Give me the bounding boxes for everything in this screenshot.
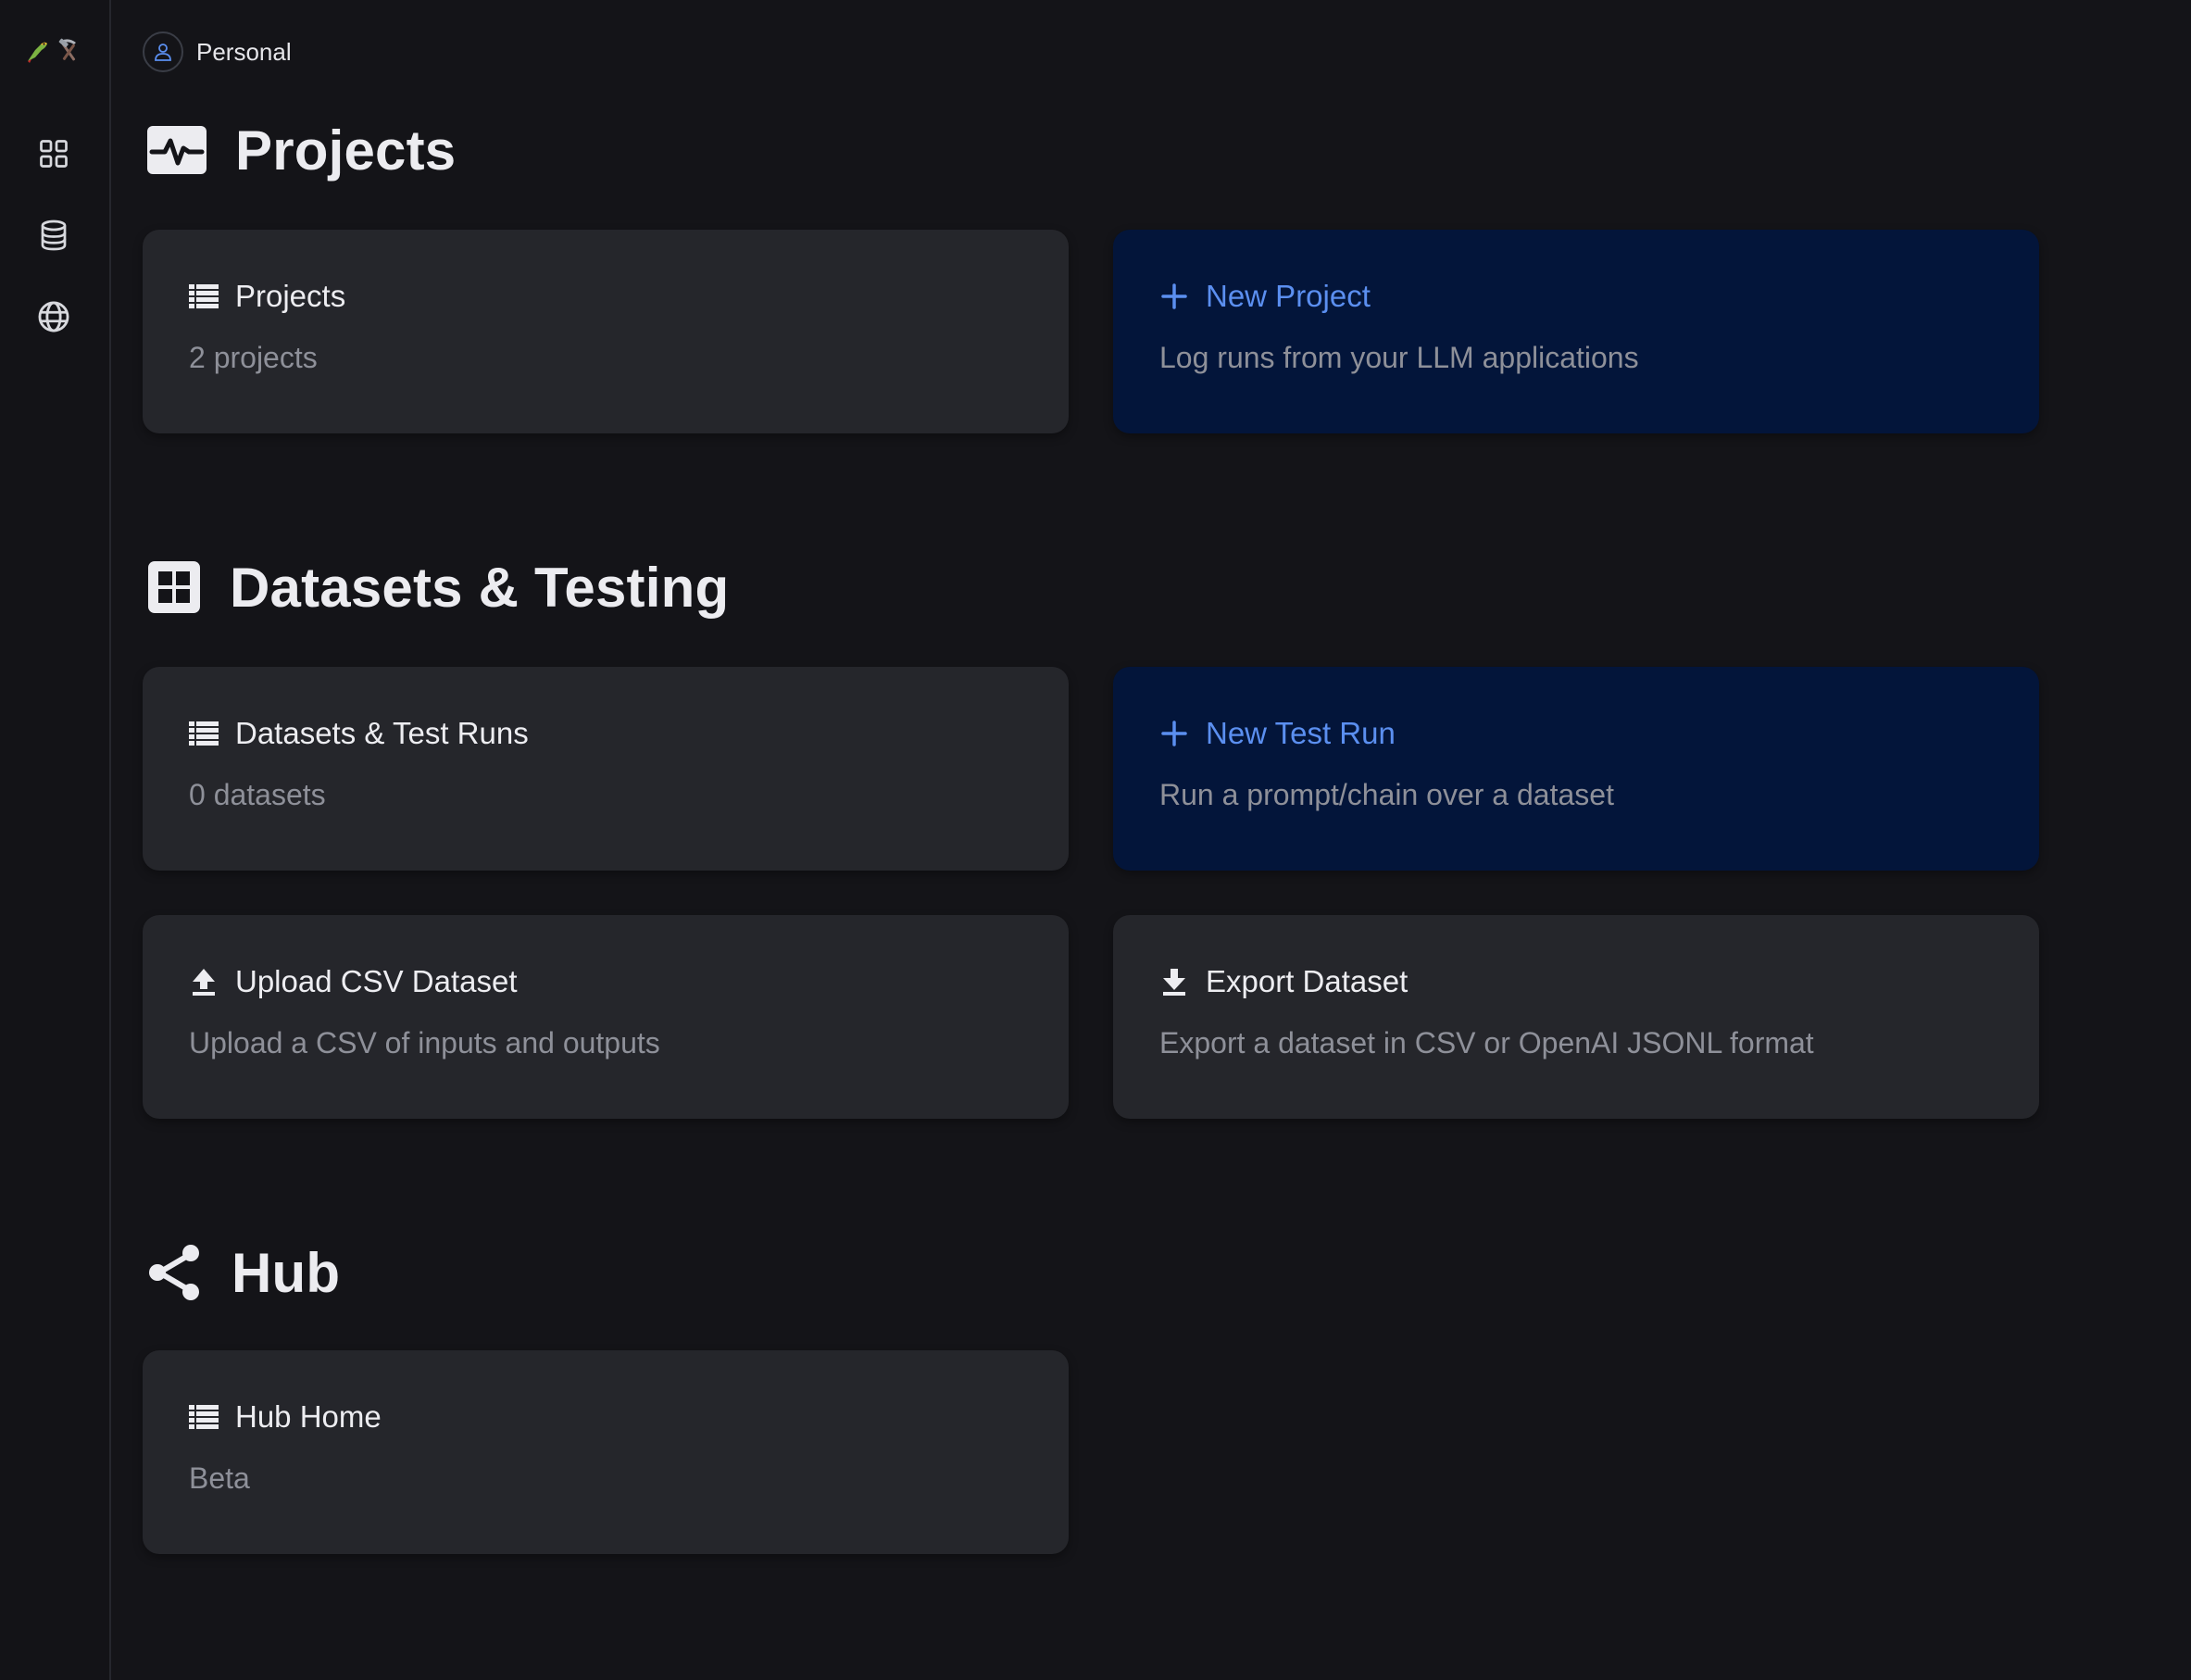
hammer-pick-icon [58, 38, 76, 61]
upload-csv-card[interactable]: Upload CSV Dataset Upload a CSV of input… [143, 915, 1069, 1119]
section-title: Hub [232, 1241, 341, 1304]
section-datasets-heading: Datasets & Testing [146, 550, 729, 624]
card-title: New Test Run [1206, 716, 1396, 750]
database-icon [41, 219, 67, 251]
globe-icon [38, 301, 69, 332]
card-title: Projects [235, 279, 346, 313]
section-title: Projects [235, 119, 457, 182]
plus-icon [1161, 283, 1187, 309]
card-title: Export Dataset [1206, 964, 1408, 998]
sidebar-item-dashboard[interactable] [33, 133, 74, 174]
new-project-card[interactable]: New Project Log runs from your LLM appli… [1113, 230, 2039, 433]
projects-card[interactable]: Projects 2 projects [143, 230, 1069, 433]
share-icon [149, 1245, 199, 1300]
card-title: Upload CSV Dataset [235, 964, 518, 998]
download-icon [1163, 969, 1185, 996]
card-subtitle: Log runs from your LLM applications [1159, 341, 1639, 374]
grid-icon [40, 140, 68, 168]
card-title: Datasets & Test Runs [235, 716, 529, 750]
hub-home-card[interactable]: Hub Home Beta [143, 1350, 1069, 1554]
sidebar-item-datasets[interactable] [33, 215, 74, 256]
upload-icon [193, 969, 215, 996]
export-dataset-card[interactable]: Export Dataset Export a dataset in CSV o… [1113, 915, 2039, 1119]
workspace-selector[interactable]: Personal [143, 30, 292, 74]
card-subtitle: Upload a CSV of inputs and outputs [189, 1026, 660, 1059]
section-hub-heading: Hub [146, 1235, 340, 1310]
plus-icon [1161, 721, 1187, 746]
sidebar-item-hub[interactable] [33, 296, 74, 337]
avatar [143, 31, 183, 72]
section-projects-heading: Projects [146, 113, 456, 187]
workspace-label: Personal [196, 37, 292, 66]
new-test-run-card[interactable]: New Test Run Run a prompt/chain over a d… [1113, 667, 2039, 871]
list-icon [189, 721, 219, 746]
card-subtitle: Beta [189, 1461, 250, 1495]
list-icon [189, 284, 219, 308]
card-title: New Project [1206, 279, 1371, 313]
list-icon [189, 1405, 219, 1429]
card-subtitle: 0 datasets [189, 778, 326, 811]
section-title: Datasets & Testing [230, 556, 730, 619]
card-subtitle: Run a prompt/chain over a dataset [1159, 778, 1614, 811]
activity-icon [147, 126, 207, 174]
grid-box-icon [148, 561, 200, 613]
sidebar [0, 0, 111, 1680]
card-subtitle: 2 projects [189, 341, 318, 374]
parrot-icon [28, 42, 47, 63]
card-subtitle: Export a dataset in CSV or OpenAI JSONL … [1159, 1026, 1814, 1059]
user-icon [155, 44, 171, 61]
datasets-card[interactable]: Datasets & Test Runs 0 datasets [143, 667, 1069, 871]
app-logo[interactable] [22, 31, 87, 69]
card-title: Hub Home [235, 1399, 382, 1434]
